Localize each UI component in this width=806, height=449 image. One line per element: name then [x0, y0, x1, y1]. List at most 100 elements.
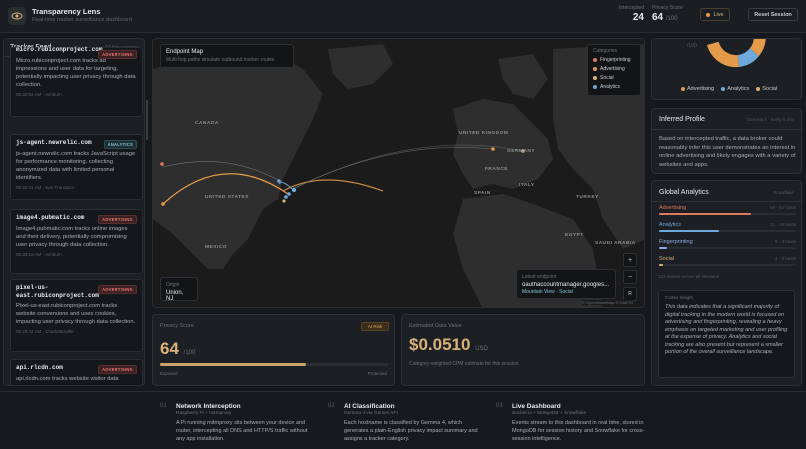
step-number: 02 — [328, 403, 335, 409]
feed-card-host: api.rlcdn.com — [16, 364, 63, 371]
privacy-label: Privacy Score — [652, 5, 683, 11]
analytics-total: 122 events across all sessions — [658, 274, 720, 279]
endpoint-dot — [160, 162, 164, 166]
fingerprinting-dot-icon — [593, 58, 597, 62]
app-header: Transparency Lens Real-time tracker surv… — [0, 0, 806, 33]
score-max: /100 — [183, 350, 196, 356]
endpoint-dot — [287, 192, 291, 196]
origin-value: Union, NJ — [166, 290, 184, 302]
feed-card[interactable]: image4.pubmatic.com ADVERTISING Image4.p… — [10, 209, 143, 274]
reset-session-button[interactable]: Reset Session — [748, 8, 798, 21]
feed-card-desc: Pixel-us-east.rubiconproject.com tracks … — [16, 303, 136, 325]
legend-advertising: Advertising — [681, 86, 714, 92]
at-risk-badge: At Risk — [361, 322, 389, 331]
profile-meta: Gemma 4 · every 5 min — [746, 117, 794, 122]
feed-card-host: js-agent.newrelic.com — [16, 139, 92, 146]
cortex-insight-box: Cortex Insight This data indicates that … — [658, 290, 795, 378]
profile-title: Inferred Profile — [659, 116, 705, 123]
donut-legend: Advertising Analytics Social — [681, 86, 777, 92]
analytics-row-fingerprinting: Fingerprinting 8 · 3 hosts — [659, 239, 796, 249]
analytics-row-name: Analytics — [659, 222, 682, 228]
step-number: 01 — [160, 403, 167, 409]
map-reset-button[interactable]: R — [623, 287, 637, 301]
privacy-max: /100 — [665, 16, 678, 22]
categories-title: Categories — [593, 48, 618, 54]
eye-icon — [11, 12, 23, 20]
latest-meta: Mountain View · Social — [522, 289, 573, 295]
label-saudi-arabia: SAUDI ARABIA — [595, 241, 636, 246]
analytics-row-hits: 4 · 3 hosts — [774, 256, 796, 261]
category-fingerprinting: Fingerprinting — [593, 57, 635, 63]
feed-card-desc: api.rlcdn.com tracks website visitor dat… — [16, 375, 119, 382]
latest-host: oauthaccountmanager.googles... — [522, 282, 610, 288]
label-united-kingdom: UNITED KINGDOM — [459, 131, 509, 136]
endpoint-map[interactable]: CANADA UNITED STATES MEXICO UNITED KINGD… — [152, 38, 645, 308]
label-turkey: TURKEY — [576, 195, 599, 200]
analytics-row-hits: 31 · 16 hosts — [769, 222, 796, 227]
world-map[interactable] — [153, 39, 645, 308]
label-italy: ITALY — [519, 183, 535, 188]
latest-endpoint-overlay: Latest endpoint oauthaccountmanager.goog… — [516, 269, 616, 299]
label-united-states: UNITED STATES — [205, 195, 249, 200]
step-subtitle: Raspberry Pi + mitmproxy — [176, 411, 232, 416]
step-description: Events stream to this dashboard in real … — [512, 420, 645, 442]
map-categories-legend: Categories Fingerprinting Advertising So… — [587, 44, 641, 96]
label-germany: GERMANY — [507, 149, 536, 154]
endpoint-dot — [491, 147, 495, 151]
social-dot-icon — [593, 76, 597, 80]
analytics-row-hits: 8 · 3 hosts — [774, 239, 796, 244]
map-attribution[interactable]: © OpenStreetMap © CARTO — [582, 300, 634, 305]
privacy-value: 64 — [652, 12, 664, 23]
feed-card-host: micro.rubiconproject.com — [16, 46, 103, 53]
step-subtitle: Gemma 4 via Gemini API — [344, 411, 398, 416]
endpoint-dot — [284, 195, 288, 199]
insight-text: This data indicates that a significant m… — [665, 304, 788, 355]
feed-card-host: image4.pubmatic.com — [16, 214, 85, 221]
category-advertising: Advertising — [593, 66, 635, 72]
zoom-out-button[interactable]: − — [623, 270, 637, 284]
intercepted-value: 24 — [632, 12, 644, 23]
map-subtitle: Multi-hop paths simulate outbound tracke… — [166, 57, 275, 63]
analytics-bar-fill — [659, 230, 720, 232]
tracker-feed: Tracker Feed 24 this session micro.rubic… — [3, 38, 145, 386]
score-bar-track — [160, 363, 388, 366]
intercepted-stat: Intercepted 24 — [610, 5, 644, 23]
value-note: Category-weighted CPM estimate for this … — [409, 361, 519, 367]
feed-card-badge: ADVERTISING — [98, 285, 137, 294]
step-description: A Pi running mitmproxy sits between your… — [176, 420, 308, 442]
feed-card[interactable]: js-agent.newrelic.com ANALYTICS js-agent… — [10, 134, 143, 200]
feed-card-badge: ADVERTISING — [98, 215, 137, 224]
latest-label: Latest endpoint — [522, 274, 557, 280]
analytics-dot-icon — [721, 87, 726, 91]
feed-card[interactable]: pixel-us-east.rubiconproject.com ADVERTI… — [10, 279, 143, 352]
endpoint-dot — [277, 179, 281, 183]
feed-card-host: pixel-us-east.rubiconproject.com — [16, 284, 99, 299]
zoom-in-button[interactable]: + — [623, 253, 637, 267]
label-egypt: EGYPT — [565, 233, 584, 238]
feed-card-time: 05:32:41 AM · San Francisco — [16, 184, 75, 190]
feed-card-desc: Micro.rubiconproject.com tracks ad impre… — [16, 57, 136, 88]
endpoint-dot — [282, 199, 286, 203]
app-subtitle: Real-time tracker surveillance dashboard — [32, 17, 132, 23]
analytics-dot-icon — [593, 85, 597, 89]
feed-card[interactable]: micro.rubiconproject.com ADVERTISING Mic… — [10, 46, 143, 117]
privacy-score-panel: Privacy Score 64 /100 Exposed Protected — [152, 314, 395, 386]
feed-card[interactable]: api.rlcdn.com ADVERTISING api.rlcdn.com … — [10, 359, 143, 385]
value-amount: $0.0510 — [409, 335, 471, 354]
label-canada: CANADA — [195, 121, 219, 126]
land-uk — [461, 119, 473, 141]
live-label: Live — [713, 11, 724, 18]
feed-scrollbar[interactable] — [146, 100, 148, 140]
value-label: Estimated Data Value — [409, 323, 462, 329]
privacy-stat: Privacy Score 64 /100 — [652, 5, 696, 23]
step-title: AI Classification — [344, 403, 395, 410]
live-indicator[interactable]: Live — [700, 8, 730, 21]
feed-card-desc: Image4.pubmatic.com tracks online images… — [16, 225, 128, 248]
step-number: 03 — [496, 403, 503, 409]
donut-slice-social — [707, 41, 739, 68]
analytics-row-advertising: Advertising 69 · 53 hosts — [659, 205, 796, 215]
insight-label: Cortex Insight — [665, 295, 693, 300]
value-currency: USD — [475, 346, 488, 352]
advertising-dot-icon — [593, 67, 597, 71]
endpoint-dot — [161, 202, 165, 206]
